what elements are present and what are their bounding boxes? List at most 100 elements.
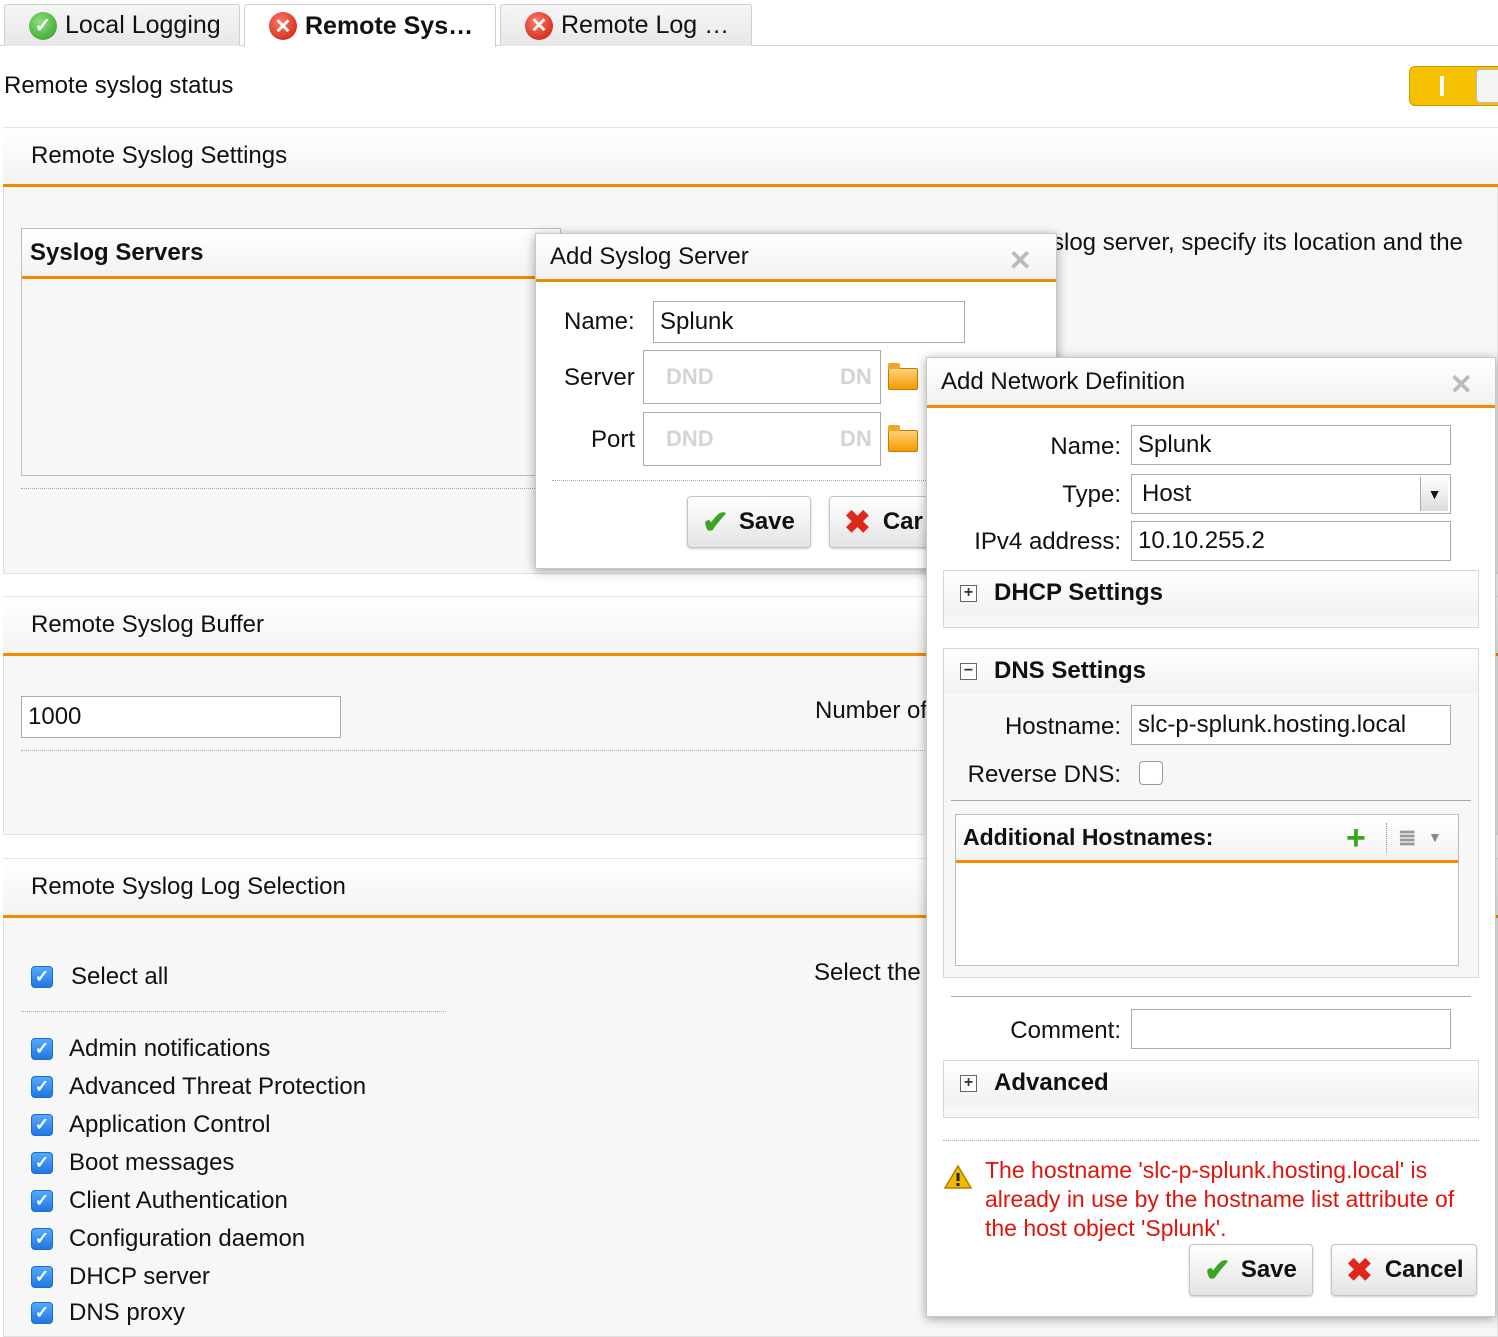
select-all-label: Select all — [71, 963, 169, 990]
dhcp-settings-section[interactable]: + DHCP Settings — [943, 570, 1479, 628]
section-title: Remote Syslog Settings — [31, 142, 288, 169]
comment-label: Comment: — [1010, 1017, 1121, 1044]
additional-hostnames-box: Additional Hostnames: + ≣ ▼ — [955, 814, 1459, 966]
section-title: Advanced — [994, 1069, 1109, 1096]
log-item-label: Client Authentication — [69, 1187, 288, 1214]
select-all-checkbox[interactable]: ✓ — [31, 966, 53, 988]
syslog-name-input[interactable]: Splunk — [653, 301, 965, 343]
toggle-on-mark — [1440, 76, 1444, 96]
collapse-icon[interactable]: − — [960, 663, 977, 680]
toggle-knob[interactable] — [1476, 69, 1498, 103]
tab-label: Remote Sys… — [305, 11, 474, 40]
log-item-checkbox[interactable]: ✓ — [31, 1114, 53, 1136]
name-label: Name: — [564, 308, 635, 335]
expand-icon[interactable]: + — [960, 1075, 977, 1092]
placeholder-right: DN — [840, 364, 872, 389]
network-name-input[interactable]: Splunk — [1131, 425, 1451, 465]
log-item-checkbox[interactable]: ✓ — [31, 1190, 53, 1212]
button-label: Car — [882, 508, 923, 535]
dialog-title: Add Syslog Server ✕ — [536, 234, 1056, 282]
dialog-title: Add Network Definition ✕ — [927, 358, 1495, 408]
log-item-label: Boot messages — [69, 1149, 235, 1176]
network-save-button[interactable]: ✔ Save — [1189, 1244, 1313, 1296]
x-icon: ✖ — [1346, 1252, 1373, 1288]
dhcp-settings-header[interactable]: + DHCP Settings — [944, 571, 1478, 615]
remote-syslog-status-toggle[interactable] — [1409, 66, 1498, 106]
chevron-down-icon[interactable]: ▼ — [1420, 477, 1448, 511]
advanced-section[interactable]: + Advanced — [943, 1060, 1479, 1118]
syslog-servers-box: Syslog Servers — [21, 228, 561, 476]
placeholder-right: DN — [840, 426, 872, 451]
placeholder: DND — [666, 426, 714, 451]
log-item-checkbox[interactable]: ✓ — [31, 1076, 53, 1098]
log-item-label: Application Control — [69, 1111, 271, 1138]
divider — [951, 800, 1471, 801]
chevron-down-icon[interactable]: ▼ — [1428, 829, 1442, 845]
dns-settings-header[interactable]: − DNS Settings — [944, 649, 1478, 693]
warning-icon — [943, 1164, 973, 1189]
name-label: Name: — [1050, 433, 1121, 460]
divider — [21, 1011, 446, 1012]
add-network-definition-dialog: Add Network Definition ✕ Name: Splunk Ty… — [926, 357, 1496, 1317]
list-icon[interactable]: ≣ — [1398, 825, 1416, 851]
syslog-cancel-button[interactable]: ✖ Car — [829, 496, 939, 548]
hostname-input[interactable]: slc-p-splunk.hosting.local — [1131, 705, 1451, 745]
section-title: DHCP Settings — [994, 579, 1163, 606]
check-icon: ✔ — [702, 504, 729, 540]
tab-label: Local Logging — [65, 11, 221, 39]
comment-input[interactable] — [1131, 1009, 1451, 1049]
ipv4-address-input[interactable]: 10.10.255.2 — [1131, 521, 1451, 561]
syslog-save-button[interactable]: ✔ Save — [687, 496, 811, 548]
log-selection-description: Select the — [814, 959, 921, 986]
reverse-dns-checkbox[interactable] — [1139, 761, 1163, 785]
type-label: Type: — [1062, 481, 1121, 508]
folder-icon[interactable] — [888, 425, 918, 452]
server-label: Server — [564, 364, 635, 391]
x-circle-icon: ✕ — [269, 12, 297, 40]
divider — [21, 750, 941, 751]
expand-icon[interactable]: + — [960, 585, 977, 602]
type-select[interactable]: Host ▼ — [1131, 474, 1451, 514]
log-item-checkbox[interactable]: ✓ — [31, 1266, 53, 1288]
tab-remote-syslog[interactable]: ✕ Remote Sys… — [244, 4, 496, 47]
log-item-checkbox[interactable]: ✓ — [31, 1038, 53, 1060]
button-label: Cancel — [1384, 1256, 1464, 1283]
tab-remote-log[interactable]: ✕ Remote Log … — [500, 4, 752, 46]
x-icon: ✖ — [844, 504, 871, 540]
section-title: Remote Syslog Log Selection — [31, 873, 346, 900]
toolbar-separator — [1386, 823, 1387, 853]
add-icon[interactable]: + — [1346, 819, 1366, 858]
log-item-label: DHCP server — [69, 1263, 210, 1290]
check-icon: ✔ — [1204, 1252, 1231, 1288]
divider — [943, 1140, 1479, 1141]
network-cancel-button[interactable]: ✖ Cancel — [1331, 1244, 1477, 1296]
buffer-size-input[interactable]: 1000 — [21, 696, 341, 738]
buffer-description: Number of — [815, 697, 928, 724]
tab-bar: ✓ Local Logging ✕ Remote Sys… ✕ Remote L… — [0, 0, 1498, 47]
syslog-port-dropzone[interactable]: DND DN — [643, 412, 881, 466]
log-item-label: Admin notifications — [69, 1035, 271, 1062]
port-label: Port — [591, 426, 636, 453]
warning-message: The hostname 'slc-p-splunk.hosting.local… — [985, 1157, 1455, 1241]
close-icon[interactable]: ✕ — [1009, 244, 1032, 277]
reverse-dns-label: Reverse DNS: — [967, 761, 1121, 788]
log-item-checkbox[interactable]: ✓ — [31, 1302, 53, 1324]
type-value: Host — [1142, 480, 1192, 507]
advanced-header[interactable]: + Advanced — [944, 1061, 1478, 1105]
tab-local-logging[interactable]: ✓ Local Logging — [4, 4, 240, 46]
remote-syslog-settings-header: Remote Syslog Settings — [3, 127, 1498, 187]
tab-label: Remote Log … — [561, 11, 730, 39]
placeholder: DND — [666, 364, 714, 389]
log-item-label: Configuration daemon — [69, 1225, 306, 1252]
log-item-checkbox[interactable]: ✓ — [31, 1152, 53, 1174]
button-label: Save — [738, 508, 795, 535]
section-title: DNS Settings — [994, 657, 1147, 684]
additional-hostnames-header: Additional Hostnames: + ≣ ▼ — [956, 815, 1458, 863]
log-item-checkbox[interactable]: ✓ — [31, 1228, 53, 1250]
log-item-label: DNS proxy — [69, 1299, 186, 1326]
close-icon[interactable]: ✕ — [1450, 368, 1473, 401]
syslog-server-dropzone[interactable]: DND DN — [643, 350, 881, 404]
syslog-servers-header: Syslog Servers — [22, 229, 560, 279]
log-item-label: Advanced Threat Protection — [69, 1073, 367, 1100]
folder-icon[interactable] — [888, 363, 918, 390]
